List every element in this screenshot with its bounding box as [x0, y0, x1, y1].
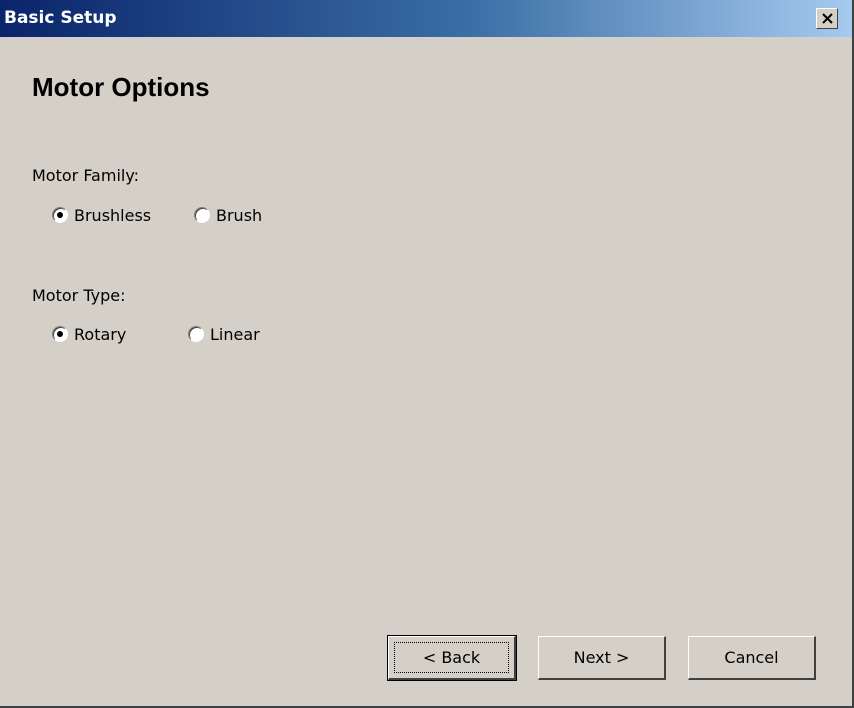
- radio-linear[interactable]: Linear: [188, 323, 260, 345]
- cancel-button-label: Cancel: [724, 648, 779, 667]
- motor-type-label: Motor Type:: [32, 286, 126, 305]
- radio-label-brushless: Brushless: [74, 205, 152, 225]
- radio-brush[interactable]: Brush: [194, 204, 262, 226]
- radio-label-linear: Linear: [210, 324, 260, 344]
- back-button[interactable]: < Back: [387, 635, 517, 681]
- focus-ring: [394, 642, 509, 673]
- close-button[interactable]: [816, 8, 838, 29]
- title-bar: Basic Setup: [0, 0, 852, 37]
- radio-button-selected[interactable]: [52, 207, 68, 223]
- radio-button-selected[interactable]: [52, 326, 68, 342]
- radio-button-unselected[interactable]: [188, 326, 204, 342]
- cancel-button[interactable]: Cancel: [688, 636, 816, 680]
- close-icon: [822, 13, 833, 24]
- next-button[interactable]: Next >: [538, 636, 666, 680]
- radio-label-rotary: Rotary: [74, 324, 127, 344]
- radio-label-brush: Brush: [216, 205, 263, 225]
- window-title: Basic Setup: [4, 8, 117, 28]
- motor-family-label: Motor Family:: [32, 166, 140, 185]
- radio-rotary[interactable]: Rotary: [52, 323, 126, 345]
- radio-button-unselected[interactable]: [194, 207, 210, 223]
- next-button-label: Next >: [573, 648, 630, 667]
- basic-setup-dialog: Basic Setup Motor Options Motor Family: …: [0, 0, 854, 708]
- page-heading: Motor Options: [32, 72, 210, 102]
- radio-brushless[interactable]: Brushless: [52, 204, 151, 226]
